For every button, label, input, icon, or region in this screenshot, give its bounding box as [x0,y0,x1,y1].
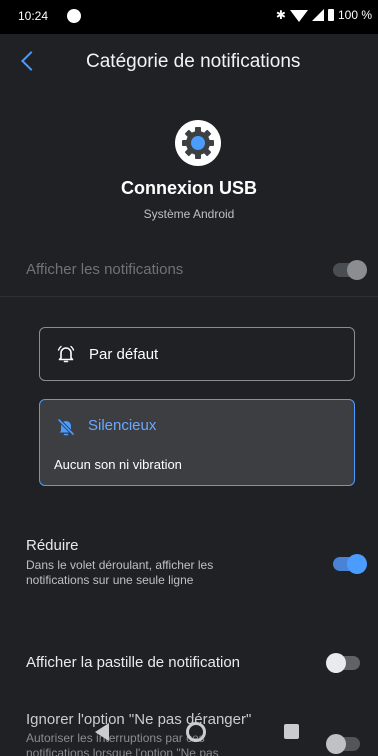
status-bar: 10:24 ✱ 100 % [0,0,378,34]
importance-default-option[interactable]: Par défaut [39,327,355,381]
show-notifications-toggle[interactable] [333,260,367,280]
minimize-label: Réduire [26,537,79,554]
bluetooth-icon: ✱ [275,8,286,22]
nav-back-icon[interactable] [95,723,109,741]
wifi-icon [289,10,308,22]
status-icons: ✱ 100 % [276,8,372,22]
battery-icon [327,9,334,21]
minimize-description-line2: notifications sur une seule ligne [26,573,194,587]
show-notifications-label: Afficher les notifications [26,261,184,278]
status-time: 10:24 [18,9,49,23]
back-arrow-icon[interactable] [21,51,41,71]
bell-ring-icon [57,345,75,363]
app-subtitle: Système Android [143,207,235,221]
nav-recents-icon[interactable] [284,724,299,739]
nav-home-icon[interactable] [186,722,206,742]
cell-signal-icon [311,9,324,21]
importance-default-label: Par défaut [89,346,159,363]
bell-off-icon [57,418,75,436]
notification-badge-label: Afficher la pastille de notification [26,654,241,671]
minimize-toggle[interactable] [333,554,367,574]
app-bar: Catégorie de notifications [0,34,378,90]
battery-percent: 100 % [337,8,372,22]
app-name: Connexion USB [120,178,257,198]
divider [0,296,378,297]
notification-badge-toggle[interactable] [326,653,360,673]
notification-dot-icon [67,9,81,23]
importance-silent-option[interactable]: Silencieux Aucun son ni vibration [39,399,355,486]
settings-gear-icon [175,120,221,166]
page-title: Catégorie de notifications [86,51,301,72]
navigation-bar [0,706,378,756]
importance-silent-label: Silencieux [88,417,157,434]
minimize-description-line1: Dans le volet déroulant, afficher les [26,558,214,572]
importance-silent-description: Aucun son ni vibration [54,457,182,472]
